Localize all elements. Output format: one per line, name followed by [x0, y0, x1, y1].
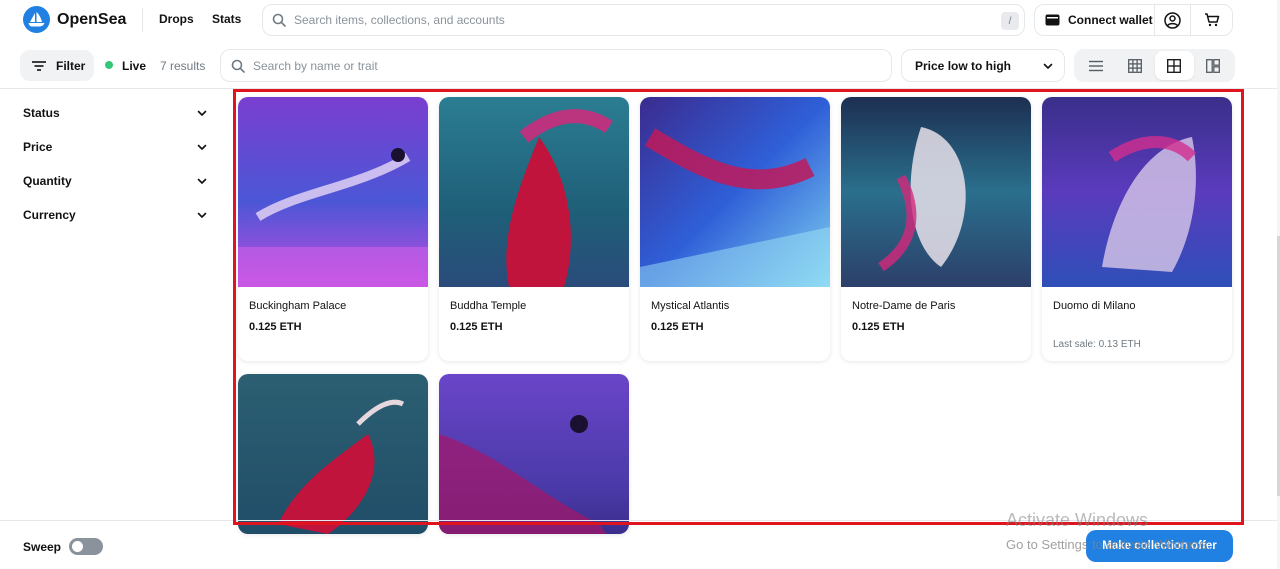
sweep-toggle[interactable]: [69, 538, 103, 555]
nft-image: [841, 97, 1031, 287]
search-icon: [231, 59, 245, 73]
trait-search-input[interactable]: Search by name or trait: [220, 49, 892, 82]
chevron-down-icon: [196, 141, 208, 153]
profile-icon: [1164, 11, 1181, 29]
chevron-down-icon: [196, 209, 208, 221]
nav-stats[interactable]: Stats: [212, 12, 241, 26]
filter-label: Filter: [56, 58, 86, 73]
live-label: Live: [122, 59, 147, 73]
sidebar-item-currency[interactable]: Currency: [23, 205, 208, 225]
top-navbar: OpenSea Drops Stats Search items, collec…: [0, 0, 1280, 40]
sidebar-item-label: Currency: [23, 208, 76, 222]
list-view-icon: [1088, 60, 1103, 72]
sidebar-item-price[interactable]: Price: [23, 137, 208, 157]
sidebar-item-label: Quantity: [23, 174, 72, 188]
view-list-button[interactable]: [1076, 51, 1115, 80]
nft-image: [439, 374, 629, 534]
view-grid-small-button[interactable]: [1115, 51, 1154, 80]
wallet-icon: [1045, 14, 1060, 26]
nft-image: [1042, 97, 1232, 287]
global-search-input[interactable]: Search items, collections, and accounts …: [262, 4, 1025, 36]
nft-name: Buckingham Palace: [249, 300, 347, 312]
cart-button[interactable]: [1191, 5, 1232, 35]
view-grid-large-button[interactable]: [1194, 51, 1233, 80]
nft-name: Notre-Dame de Paris: [852, 300, 956, 312]
nft-name: Buddha Temple: [450, 300, 527, 312]
filter-button[interactable]: Filter: [20, 50, 94, 81]
search-shortcut-key: /: [1001, 12, 1019, 30]
sort-dropdown[interactable]: Price low to high: [901, 49, 1065, 82]
view-grid-medium-button[interactable]: [1154, 51, 1194, 80]
nft-price: 0.125 ETH: [852, 321, 905, 333]
brand-logo[interactable]: OpenSea: [23, 6, 126, 33]
grid-large-icon: [1206, 58, 1221, 73]
nft-image: [640, 97, 830, 287]
activate-windows-subtitle: Go to Settings to activate Windows.: [1006, 537, 1212, 552]
nft-image: [439, 97, 629, 287]
nft-card[interactable]: Notre-Dame de Paris 0.125 ETH: [841, 97, 1031, 361]
nft-image: [238, 97, 428, 287]
toggle-knob: [72, 541, 83, 552]
chevron-down-icon: [196, 175, 208, 187]
nft-name: Duomo di Milano: [1053, 300, 1136, 312]
nft-image: [238, 374, 428, 534]
chevron-down-icon: [1042, 59, 1054, 77]
sidebar-item-status[interactable]: Status: [23, 103, 208, 123]
nft-card[interactable]: Mystical Atlantis 0.125 ETH: [640, 97, 830, 361]
grid-medium-icon: [1167, 58, 1182, 73]
search-icon: [272, 13, 286, 27]
sweep-label: Sweep: [23, 540, 62, 554]
nav-drops[interactable]: Drops: [159, 12, 194, 26]
sidebar-item-quantity[interactable]: Quantity: [23, 171, 208, 191]
nft-last-sale: Last sale: 0.13 ETH: [1053, 339, 1141, 350]
sort-selected-value: Price low to high: [915, 58, 1012, 73]
brand-name: OpenSea: [57, 10, 127, 28]
view-mode-toggle: [1074, 49, 1235, 82]
trait-search-placeholder: Search by name or trait: [253, 58, 378, 73]
nft-price: 0.125 ETH: [651, 321, 704, 333]
sidebar-item-label: Price: [23, 140, 53, 154]
nft-card[interactable]: Buckingham Palace 0.125 ETH: [238, 97, 428, 361]
opensea-logo-icon: [23, 6, 50, 33]
connect-wallet-label: Connect wallet: [1068, 13, 1153, 27]
nft-price: 0.125 ETH: [450, 321, 503, 333]
grid-small-icon: [1127, 58, 1142, 73]
filter-icon: [32, 60, 46, 71]
chevron-down-icon: [196, 107, 208, 119]
profile-button[interactable]: [1155, 5, 1191, 35]
nav-divider: [142, 8, 143, 32]
activate-windows-title: Activate Windows: [1006, 510, 1149, 530]
nft-card[interactable]: Buddha Temple 0.125 ETH: [439, 97, 629, 361]
sidebar-item-label: Status: [23, 106, 60, 120]
nft-card[interactable]: [439, 374, 629, 534]
wallet-group: Connect wallet: [1034, 4, 1233, 36]
nft-card[interactable]: Duomo di Milano Last sale: 0.13 ETH: [1042, 97, 1232, 361]
nft-card[interactable]: [238, 374, 428, 534]
cart-icon: [1204, 12, 1220, 28]
nft-price: 0.125 ETH: [249, 321, 302, 333]
nft-name: Mystical Atlantis: [651, 300, 730, 312]
global-search-placeholder: Search items, collections, and accounts: [294, 13, 505, 27]
results-count: 7 results: [160, 59, 206, 73]
live-indicator-icon: [105, 61, 113, 69]
connect-wallet-button[interactable]: Connect wallet: [1035, 5, 1155, 35]
toolbar-divider: [0, 88, 1280, 89]
